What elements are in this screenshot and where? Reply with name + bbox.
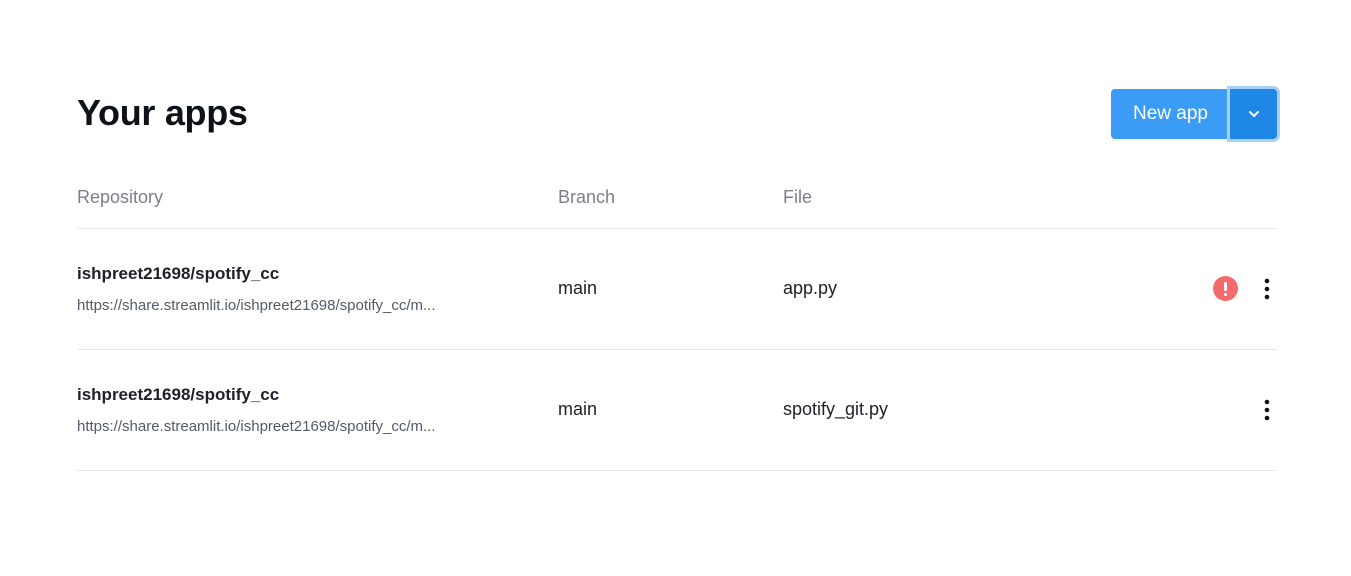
column-header-file: File: [783, 187, 813, 207]
more-options-button[interactable]: [1257, 396, 1277, 424]
repository-name[interactable]: ishpreet21698/spotify_cc: [77, 264, 279, 284]
branch-cell: main: [558, 278, 598, 298]
table-header: Repository Branch File: [77, 170, 1277, 229]
new-app-button-group: New app: [1111, 89, 1277, 139]
apps-table: Repository Branch File ishpreet21698/spo…: [77, 170, 1277, 471]
vertical-ellipsis-icon: [1264, 278, 1270, 300]
more-options-button[interactable]: [1257, 275, 1277, 303]
new-app-button[interactable]: New app: [1111, 89, 1230, 139]
app-url-link[interactable]: https://share.streamlit.io/ishpreet21698…: [77, 418, 507, 435]
file-cell: app.py: [783, 278, 838, 298]
new-app-dropdown-button[interactable]: [1230, 89, 1277, 139]
app-url-link[interactable]: https://share.streamlit.io/ishpreet21698…: [77, 297, 507, 314]
page-header: Your apps New app: [77, 88, 1277, 140]
column-header-repository: Repository: [77, 187, 164, 207]
file-cell: spotify_git.py: [783, 399, 889, 419]
branch-cell: main: [558, 399, 598, 419]
apps-page: Your apps New app Repository Branch File…: [0, 0, 1351, 576]
chevron-down-icon: [1248, 111, 1259, 117]
exclamation-circle-icon[interactable]: [1213, 276, 1238, 301]
page-title: Your apps: [77, 92, 248, 133]
vertical-ellipsis-icon: [1264, 399, 1270, 421]
repository-name[interactable]: ishpreet21698/spotify_cc: [77, 385, 279, 405]
column-header-branch: Branch: [558, 187, 616, 207]
table-row[interactable]: ishpreet21698/spotify_cc https://share.s…: [77, 350, 1277, 471]
table-row[interactable]: ishpreet21698/spotify_cc https://share.s…: [77, 229, 1277, 350]
